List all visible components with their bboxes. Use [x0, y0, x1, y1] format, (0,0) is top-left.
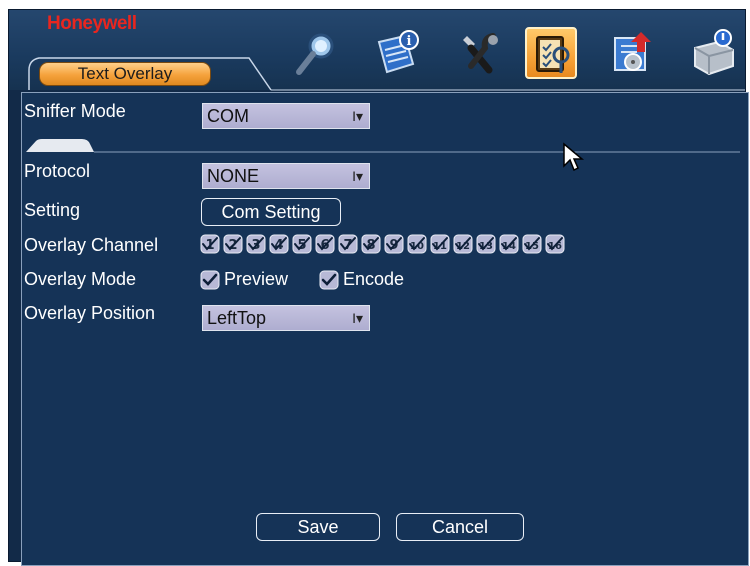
- cancel-button[interactable]: Cancel: [396, 513, 524, 541]
- channel-checkbox-1[interactable]: 1: [200, 234, 220, 254]
- channel-checkbox-7[interactable]: 7: [338, 234, 358, 254]
- tab-text-overlay[interactable]: Text Overlay: [39, 62, 211, 86]
- encode-checkbox[interactable]: [319, 270, 339, 290]
- dropdown-arrow-icon: I▾: [352, 108, 363, 124]
- protocol-select[interactable]: NONE I▾: [202, 163, 370, 189]
- encode-label: Encode: [343, 269, 405, 289]
- channel-checkbox-2[interactable]: 2: [223, 234, 243, 254]
- sniffer-mode-select[interactable]: COM I▾: [202, 103, 370, 129]
- channel-checkbox-10[interactable]: 10: [407, 234, 427, 254]
- overlay-channel-checkboxes: 1 2 3 4 5 6 7 8 9 10 11 12 13 14 15 16: [200, 234, 565, 254]
- overlay-position-label: Overlay Position: [24, 303, 156, 323]
- dropdown-arrow-icon: I▾: [352, 168, 363, 184]
- svg-text:i: i: [407, 34, 412, 49]
- text-overlay-dialog: Honeywell Text Overlay i Sniffer Mode CO…: [0, 0, 750, 566]
- clipboard-icon[interactable]: [525, 27, 577, 79]
- dropdown-arrow-icon: I▾: [352, 310, 363, 326]
- info-icon[interactable]: i: [373, 28, 423, 78]
- mouse-cursor-icon: [563, 142, 585, 172]
- protocol-value: NONE: [207, 166, 260, 186]
- sniffer-mode-label: Sniffer Mode: [24, 101, 126, 121]
- backup-icon[interactable]: [607, 28, 657, 78]
- channel-checkbox-15[interactable]: 15: [522, 234, 542, 254]
- channel-checkbox-6[interactable]: 6: [315, 234, 335, 254]
- sniffer-mode-value: COM: [207, 106, 249, 126]
- channel-checkbox-8[interactable]: 8: [361, 234, 381, 254]
- preview-label: Preview: [224, 269, 289, 289]
- channel-checkbox-4[interactable]: 4: [269, 234, 289, 254]
- section-divider: [26, 139, 740, 153]
- channel-checkbox-14[interactable]: 14: [499, 234, 519, 254]
- channel-checkbox-3[interactable]: 3: [246, 234, 266, 254]
- com-setting-button[interactable]: Com Setting: [201, 198, 341, 226]
- overlay-position-value: LeftTop: [207, 308, 267, 328]
- protocol-label: Protocol: [24, 161, 91, 181]
- channel-checkbox-12[interactable]: 12: [453, 234, 473, 254]
- channel-checkbox-9[interactable]: 9: [384, 234, 404, 254]
- overlay-channel-label: Overlay Channel: [24, 235, 159, 255]
- setting-label: Setting: [24, 200, 81, 220]
- tools-icon[interactable]: [455, 28, 505, 78]
- channel-checkbox-13[interactable]: 13: [476, 234, 496, 254]
- channel-checkbox-11[interactable]: 11: [430, 234, 450, 254]
- channel-checkbox-16[interactable]: 16: [545, 234, 565, 254]
- settings-panel: [21, 92, 749, 566]
- preview-checkbox[interactable]: [200, 270, 220, 290]
- overlay-mode-label: Overlay Mode: [24, 269, 137, 289]
- disk-icon[interactable]: [689, 28, 739, 78]
- overlay-position-select[interactable]: LeftTop I▾: [202, 305, 370, 331]
- save-button[interactable]: Save: [256, 513, 380, 541]
- channel-checkbox-5[interactable]: 5: [292, 234, 312, 254]
- search-icon[interactable]: [291, 28, 341, 78]
- header-bar: Honeywell Text Overlay i: [9, 10, 745, 91]
